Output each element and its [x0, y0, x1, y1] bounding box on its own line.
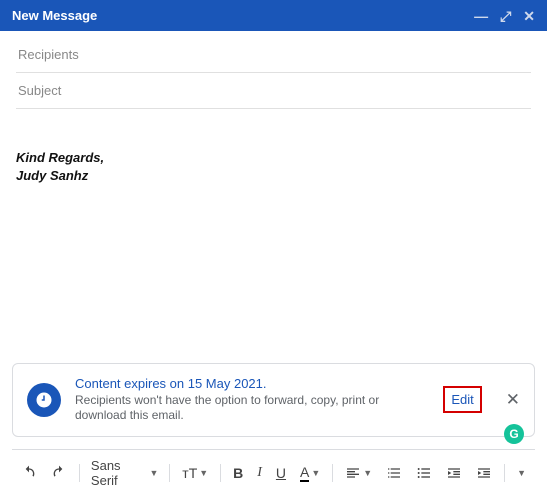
indent-more-button[interactable] — [471, 461, 497, 485]
font-size-button[interactable]: тT ▼ — [177, 461, 213, 485]
expand-icon[interactable]: ⤢ — [500, 9, 511, 23]
separator — [169, 464, 170, 482]
align-button[interactable]: ▼ — [340, 461, 377, 485]
separator — [220, 464, 221, 482]
compose-title: New Message — [12, 8, 97, 23]
italic-button[interactable]: I — [252, 461, 267, 485]
signature-block: Kind Regards, Judy Sanhz — [16, 149, 531, 184]
dropdown-icon: ▼ — [517, 468, 526, 478]
numbered-list-button[interactable] — [381, 461, 407, 485]
bulleted-list-button[interactable] — [411, 461, 437, 485]
signature-line1: Kind Regards, — [16, 149, 531, 167]
text-color-button[interactable]: A ▼ — [295, 460, 325, 486]
compose-body[interactable]: Kind Regards, Judy Sanhz — [0, 109, 547, 363]
separator — [504, 464, 505, 482]
grammarly-icon[interactable]: G — [504, 424, 524, 444]
confidential-text: Content expires on 15 May 2021. Recipien… — [75, 376, 429, 424]
underline-button[interactable]: U — [271, 461, 291, 485]
separator — [79, 464, 80, 482]
format-toolbar: Sans Serif ▼ тT ▼ B I U A ▼ ▼ — [12, 449, 535, 490]
separator — [332, 464, 333, 482]
undo-button[interactable] — [16, 461, 42, 485]
confidential-close-icon[interactable]: ✕ — [506, 390, 520, 410]
dropdown-icon: ▼ — [363, 468, 372, 478]
compose-header[interactable]: New Message — ⤢ ✕ — [0, 0, 547, 31]
confidential-title: Content expires on 15 May 2021. — [75, 376, 429, 391]
redo-button[interactable] — [46, 461, 72, 485]
subject-field[interactable]: Subject — [16, 73, 531, 109]
window-controls: — ⤢ ✕ — [474, 9, 535, 23]
compose-fields: Recipients Subject — [0, 31, 547, 109]
font-family-label: Sans Serif — [91, 458, 146, 488]
minimize-icon[interactable]: — — [474, 9, 488, 23]
compose-window: New Message — ⤢ ✕ Recipients Subject Kin… — [0, 0, 547, 500]
confidential-clock-icon — [27, 383, 61, 417]
dropdown-icon: ▼ — [199, 468, 208, 478]
signature-line2: Judy Sanhz — [16, 167, 531, 185]
recipients-field[interactable]: Recipients — [16, 37, 531, 73]
font-family-select[interactable]: Sans Serif ▼ — [87, 456, 162, 490]
more-formatting-button[interactable]: ▼ — [512, 464, 531, 482]
close-icon[interactable]: ✕ — [523, 9, 535, 23]
confidential-subtitle: Recipients won't have the option to forw… — [75, 393, 429, 424]
dropdown-icon: ▼ — [311, 468, 320, 478]
confidential-banner: Content expires on 15 May 2021. Recipien… — [12, 363, 535, 437]
indent-less-button[interactable] — [441, 461, 467, 485]
bold-button[interactable]: B — [228, 461, 248, 485]
dropdown-icon: ▼ — [149, 468, 158, 478]
confidential-edit-button[interactable]: Edit — [443, 386, 481, 413]
